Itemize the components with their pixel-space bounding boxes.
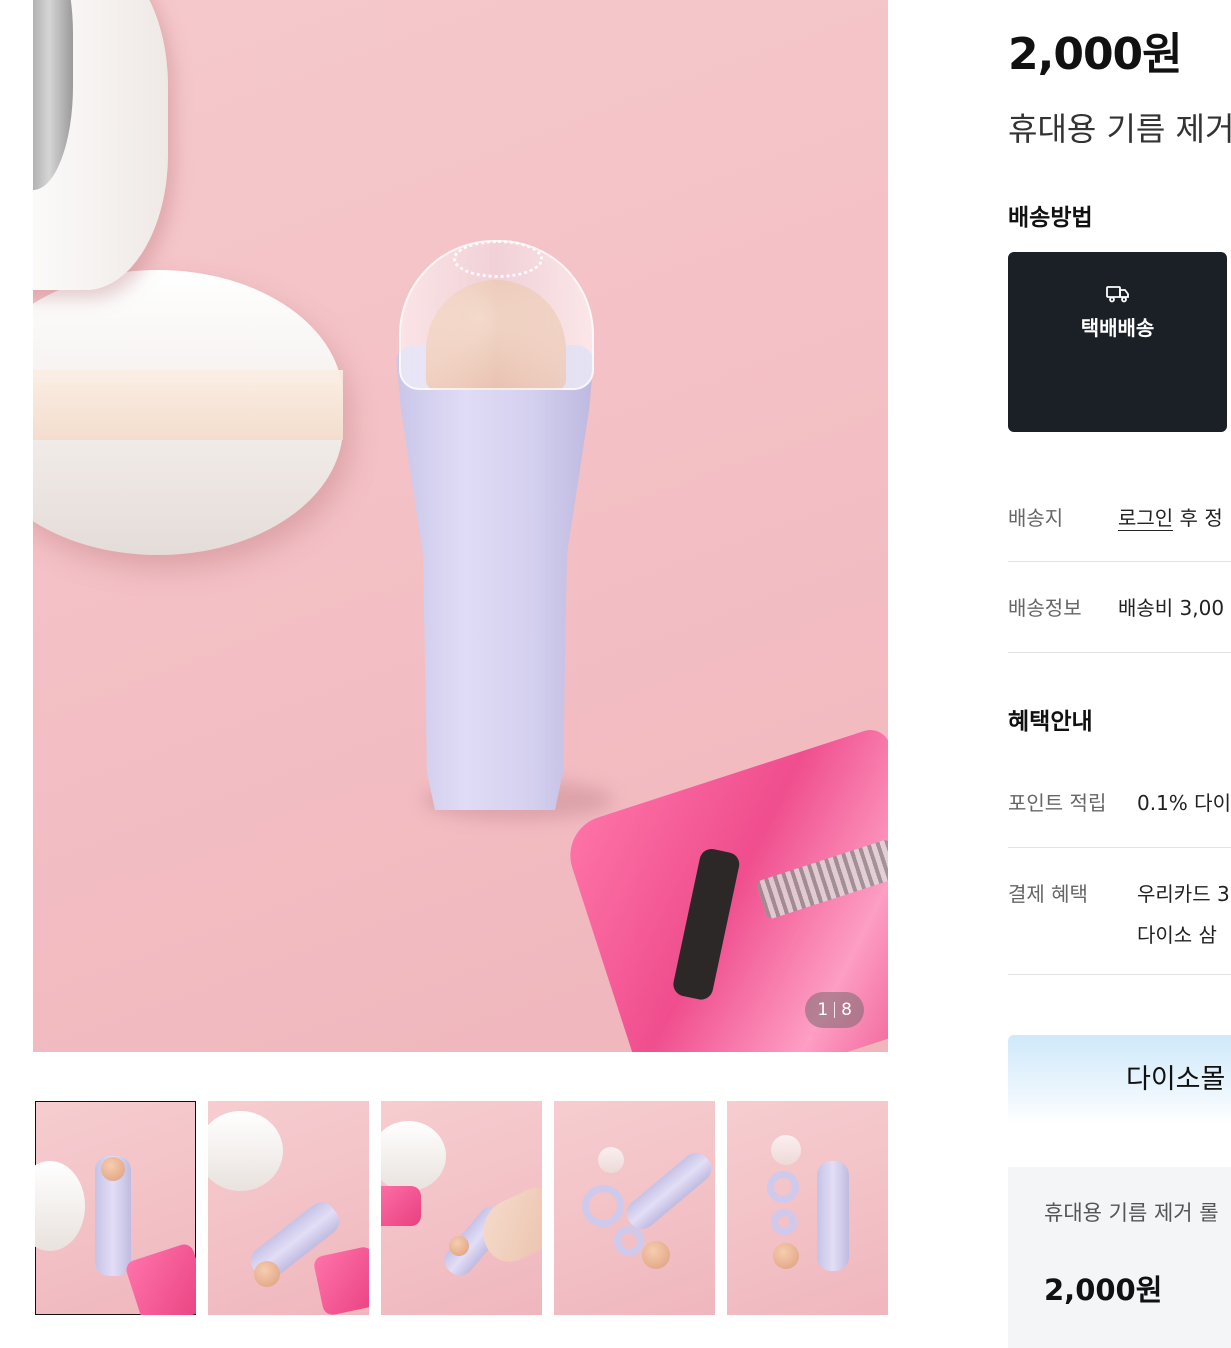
thumbnail-strip (35, 1101, 888, 1315)
thumbnail-1[interactable] (35, 1101, 196, 1315)
summary-price: 2,000원 (1044, 1273, 1163, 1307)
image-counter-divider (834, 1002, 836, 1018)
thumbnail-4[interactable] (554, 1101, 715, 1315)
payment-benefit-row: 결제 혜택 우리카드 3 다이소 삼 (1008, 878, 1231, 975)
compact-lid (33, 0, 168, 290)
payment-benefit-key: 결제 혜택 (1008, 882, 1088, 906)
order-summary: 휴대용 기름 제거 롤 2,000원 (1008, 1167, 1231, 1348)
cushion-compact (33, 270, 343, 555)
summary-product-name: 휴대용 기름 제거 롤 (1044, 1201, 1219, 1225)
image-counter-current: 1 (817, 1000, 829, 1020)
shipping-info-value: 배송비 3,00 (1118, 596, 1225, 620)
login-link[interactable]: 로그인 (1118, 506, 1174, 531)
shipping-method-label: 택배배송 (1080, 316, 1155, 340)
thumbnail-2[interactable] (208, 1101, 369, 1315)
image-counter-total: 8 (841, 1000, 852, 1020)
shipping-info-key: 배송정보 (1008, 596, 1082, 620)
product-info-panel: 2,000원 휴대용 기름 제거 롤러 배송방법 택배배송 배송지 로그인 후 … (1008, 0, 1231, 1348)
points-row: 포인트 적립 0.1% 다이 (1008, 787, 1231, 848)
shipping-address-row: 배송지 로그인 후 정 (1008, 502, 1231, 562)
thumbnail-5[interactable] (727, 1101, 888, 1315)
product-title: 휴대용 기름 제거 롤러 (1008, 110, 1231, 148)
benefits-section-title: 혜택안내 (1008, 709, 1093, 735)
product-main-image[interactable]: 1 8 (33, 0, 888, 1052)
points-key: 포인트 적립 (1008, 791, 1107, 815)
payment-benefit-line-1: 우리카드 3 (1137, 882, 1230, 906)
shipping-info-row: 배송정보 배송비 3,00 (1008, 592, 1231, 653)
daisomall-banner[interactable]: 다이소몰 (1008, 1035, 1231, 1125)
product-price: 2,000원 (1008, 29, 1183, 80)
shipping-method-parcel-button[interactable]: 택배배송 (1008, 252, 1227, 432)
payment-benefit-line-2: 다이소 삼 (1137, 923, 1217, 947)
oil-roller-body (395, 345, 595, 810)
shipping-address-text: 후 정 (1173, 506, 1223, 530)
shipping-section-title: 배송방법 (1008, 205, 1093, 231)
thumbnail-3[interactable] (381, 1101, 542, 1315)
shipping-address-key: 배송지 (1008, 506, 1064, 530)
truck-icon (1105, 286, 1129, 303)
points-value: 0.1% 다이 (1137, 791, 1231, 815)
daisomall-banner-text: 다이소몰 (1126, 1064, 1226, 1095)
image-counter: 1 8 (805, 992, 864, 1028)
